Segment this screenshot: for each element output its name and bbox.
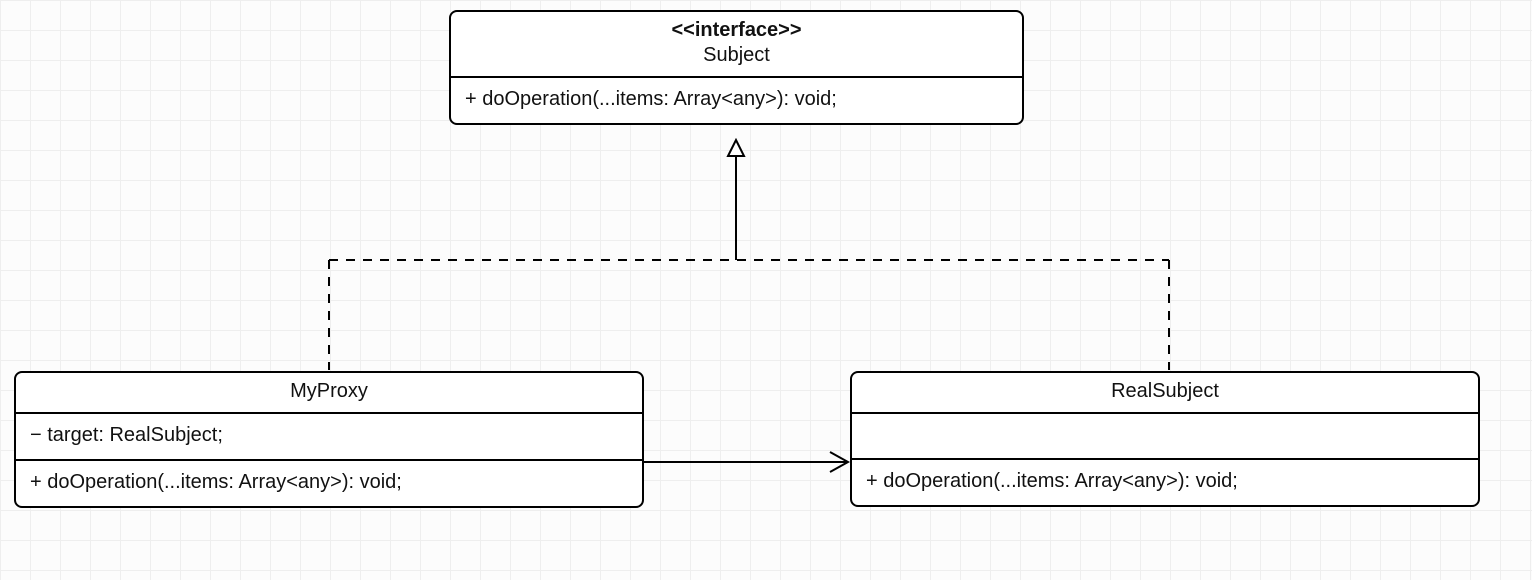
uml-class-subject: <<interface>> Subject + doOperation(...i…: [449, 10, 1024, 125]
operation-row: + doOperation(...items: Array<any>): voi…: [852, 460, 1478, 505]
class-name-label: Subject: [463, 43, 1010, 68]
stereotype-label: <<interface>>: [463, 18, 1010, 43]
operation-row: + doOperation(...items: Array<any>): voi…: [16, 461, 642, 506]
operation-row: + doOperation(...items: Array<any>): voi…: [451, 78, 1022, 123]
uml-title-subject: <<interface>> Subject: [451, 12, 1022, 78]
class-name-label: RealSubject: [864, 379, 1466, 404]
uml-title-myproxy: MyProxy: [16, 373, 642, 414]
class-name-label: MyProxy: [28, 379, 630, 404]
attribute-row-empty: [852, 414, 1478, 460]
uml-class-realsubject: RealSubject + doOperation(...items: Arra…: [850, 371, 1480, 507]
uml-class-myproxy: MyProxy − target: RealSubject; + doOpera…: [14, 371, 644, 508]
uml-title-realsubject: RealSubject: [852, 373, 1478, 414]
attribute-row: − target: RealSubject;: [16, 414, 642, 461]
